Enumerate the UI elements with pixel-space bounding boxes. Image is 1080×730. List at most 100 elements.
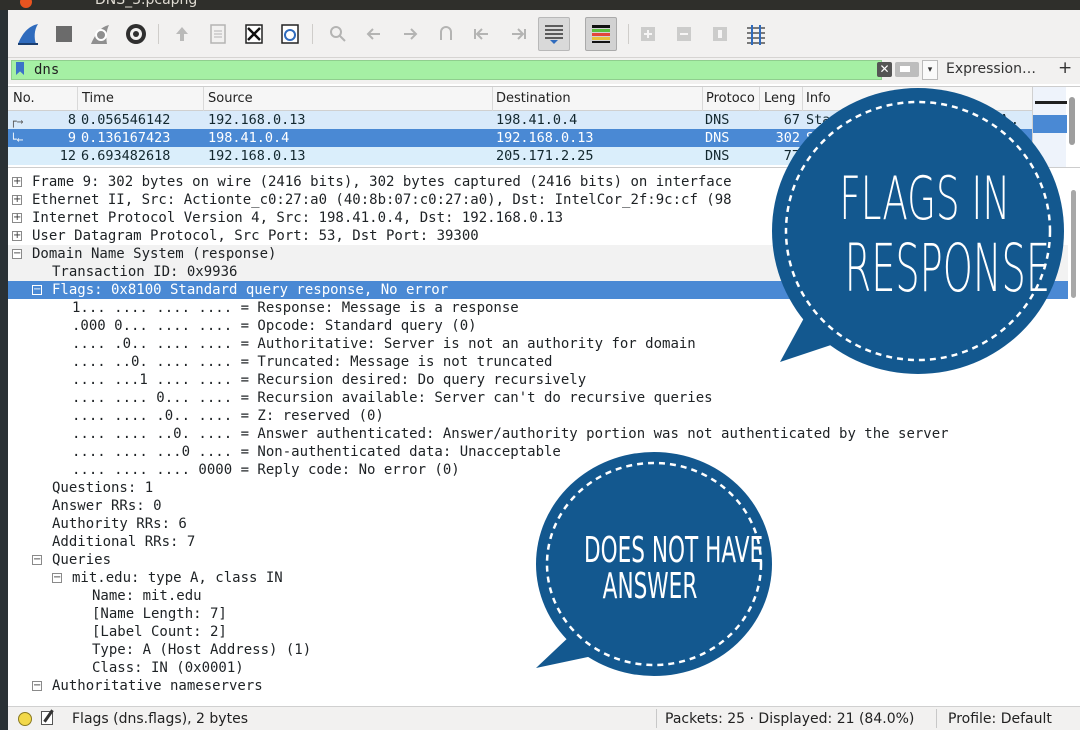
- tree-text: 1... .... .... .... = Response: Message …: [72, 300, 519, 316]
- tree-text: .... .... ...0 .... = Non-authenticated …: [72, 444, 561, 460]
- zoom-in-icon[interactable]: [634, 20, 662, 48]
- packet-protocol: DNS: [705, 112, 730, 128]
- expand-icon[interactable]: +: [12, 195, 22, 205]
- tree-text: Answer RRs: 0: [52, 498, 162, 514]
- column-header-source[interactable]: Source: [208, 91, 253, 106]
- find-icon[interactable]: [324, 20, 352, 48]
- packet-no: 12: [59, 148, 76, 164]
- expand-icon[interactable]: +: [12, 213, 22, 223]
- tree-text: [Label Count: 2]: [92, 624, 227, 640]
- tree-text: mit.edu: type A, class IN: [72, 570, 283, 586]
- tree-text: .... ...1 .... .... = Recursion desired:…: [72, 372, 587, 388]
- go-forward-icon[interactable]: [396, 20, 424, 48]
- filter-history-chevron-down-icon[interactable]: ▾: [922, 60, 938, 80]
- field-info-text: Flags (dns.flags), 2 bytes: [72, 711, 248, 727]
- tree-text: .... ..0. .... .... = Truncated: Message…: [72, 354, 553, 370]
- main-toolbar: [8, 10, 1080, 58]
- packet-source: 192.168.0.13: [208, 112, 306, 128]
- colorize-icon[interactable]: [585, 17, 617, 51]
- expression-button[interactable]: Expression…: [946, 61, 1036, 77]
- display-filter-bar: dns ✕ ▾ Expression… +: [8, 58, 1080, 84]
- close-window-icon[interactable]: [20, 0, 32, 8]
- tree-text: Queries: [52, 552, 112, 568]
- packet-destination: 205.171.2.25: [496, 148, 594, 164]
- tree-text: .... .... .0.. .... = Z: reserved (0): [72, 408, 384, 424]
- tree-text: Name: mit.edu: [92, 588, 202, 604]
- first-packet-icon[interactable]: [468, 20, 496, 48]
- packet-protocol: DNS: [705, 148, 730, 164]
- packet-protocol: DNS: [705, 130, 730, 146]
- display-filter-input[interactable]: dns: [11, 60, 882, 80]
- tree-text: Domain Name System (response): [32, 246, 277, 262]
- normal-size-icon[interactable]: [706, 20, 734, 48]
- capture-comment-icon[interactable]: [41, 711, 53, 725]
- clear-filter-icon[interactable]: ✕: [877, 62, 892, 77]
- packet-destination: 198.41.0.4: [496, 112, 578, 128]
- tree-text: Class: IN (0x0001): [92, 660, 244, 676]
- close-file-icon[interactable]: [240, 20, 268, 48]
- tree-text: User Datagram Protocol, Src Port: 53, Ds…: [32, 228, 479, 244]
- expand-icon[interactable]: +: [12, 177, 22, 187]
- tree-text: Questions: 1: [52, 480, 154, 496]
- details-scrollbar[interactable]: [1071, 190, 1076, 298]
- tree-text: Authority RRs: 6: [52, 516, 187, 532]
- expand-icon[interactable]: +: [12, 231, 22, 241]
- profile-selector[interactable]: Profile: Default: [948, 711, 1052, 727]
- packet-source: 198.41.0.4: [208, 130, 290, 146]
- go-back-icon[interactable]: [360, 20, 388, 48]
- add-filter-button[interactable]: +: [1058, 58, 1072, 78]
- shark-fin-icon[interactable]: [14, 20, 42, 48]
- window-title: DNS_3.pcapng: [95, 0, 198, 8]
- title-bar: DNS_3.pcapng: [0, 0, 1080, 10]
- column-header-protocol[interactable]: Protoco: [706, 91, 757, 106]
- packet-no: 8: [67, 112, 76, 128]
- packet-destination: 192.168.0.13: [496, 130, 594, 146]
- tree-field[interactable]: .... .... .0.. .... = Z: reserved (0): [8, 407, 1068, 425]
- tree-text: .... .... .... 0000 = Reply code: No err…: [72, 462, 460, 478]
- tree-text: .... .0.. .... .... = Authoritative: Ser…: [72, 336, 696, 352]
- tree-text: Authoritative nameservers: [52, 678, 263, 694]
- tree-field[interactable]: .... .... 0... .... = Recursion availabl…: [8, 389, 1068, 407]
- tree-field[interactable]: .... .... ..0. .... = Answer authenticat…: [8, 425, 1068, 443]
- packet-time: 0.136167423: [81, 130, 171, 146]
- collapse-icon[interactable]: −: [32, 555, 42, 565]
- answer-callout-line1: DOES NOT HAVE: [584, 530, 764, 571]
- reload-icon[interactable]: [276, 20, 304, 48]
- tree-text: .... .... ..0. .... = Answer authenticat…: [72, 426, 949, 442]
- open-icon[interactable]: [168, 20, 196, 48]
- collapse-icon[interactable]: −: [12, 249, 22, 259]
- go-to-packet-icon[interactable]: [432, 20, 460, 48]
- restart-icon[interactable]: [86, 20, 114, 48]
- flags-callout-line1: FLAGS IN: [839, 164, 1011, 234]
- expert-info-icon[interactable]: [18, 712, 32, 726]
- apply-filter-icon[interactable]: [895, 62, 919, 77]
- answer-callout-line2: ANSWER: [602, 566, 698, 607]
- tree-text: Ethernet II, Src: Actionte_c0:27:a0 (40:…: [32, 192, 732, 208]
- packet-time: 6.693482618: [81, 148, 171, 164]
- capture-options-icon[interactable]: [122, 20, 150, 48]
- tree-text: Transaction ID: 0x9936: [52, 264, 238, 280]
- tree-text: Flags: 0x8100 Standard query response, N…: [52, 282, 449, 298]
- autoscroll-icon[interactable]: [538, 17, 570, 51]
- tree-text: Internet Protocol Version 4, Src: 198.41…: [32, 210, 564, 226]
- last-packet-icon[interactable]: [504, 20, 532, 48]
- flags-callout-line2: RESPONSE: [844, 230, 1051, 307]
- file-icon[interactable]: [204, 20, 232, 48]
- tree-text: Additional RRs: 7: [52, 534, 196, 550]
- resize-columns-icon[interactable]: [742, 20, 770, 48]
- tree-text: Type: A (Host Address) (1): [92, 642, 312, 658]
- packet-source: 192.168.0.13: [208, 148, 306, 164]
- tree-text: [Name Length: 7]: [92, 606, 227, 622]
- packet-time: 0.056546142: [81, 112, 171, 128]
- collapse-icon[interactable]: −: [52, 573, 62, 583]
- column-header-destination[interactable]: Destination: [496, 91, 571, 106]
- collapse-icon[interactable]: −: [32, 285, 42, 295]
- stop-icon[interactable]: [50, 20, 78, 48]
- tree-text: Frame 9: 302 bytes on wire (2416 bits), …: [32, 174, 732, 190]
- status-bar: Flags (dns.flags), 2 bytes Packets: 25 ·…: [8, 706, 1080, 730]
- packet-count-text: Packets: 25 · Displayed: 21 (84.0%): [665, 711, 915, 727]
- zoom-out-icon[interactable]: [670, 20, 698, 48]
- column-header-time[interactable]: Time: [82, 91, 114, 106]
- collapse-icon[interactable]: −: [32, 681, 42, 691]
- column-header-no[interactable]: No.: [13, 91, 35, 106]
